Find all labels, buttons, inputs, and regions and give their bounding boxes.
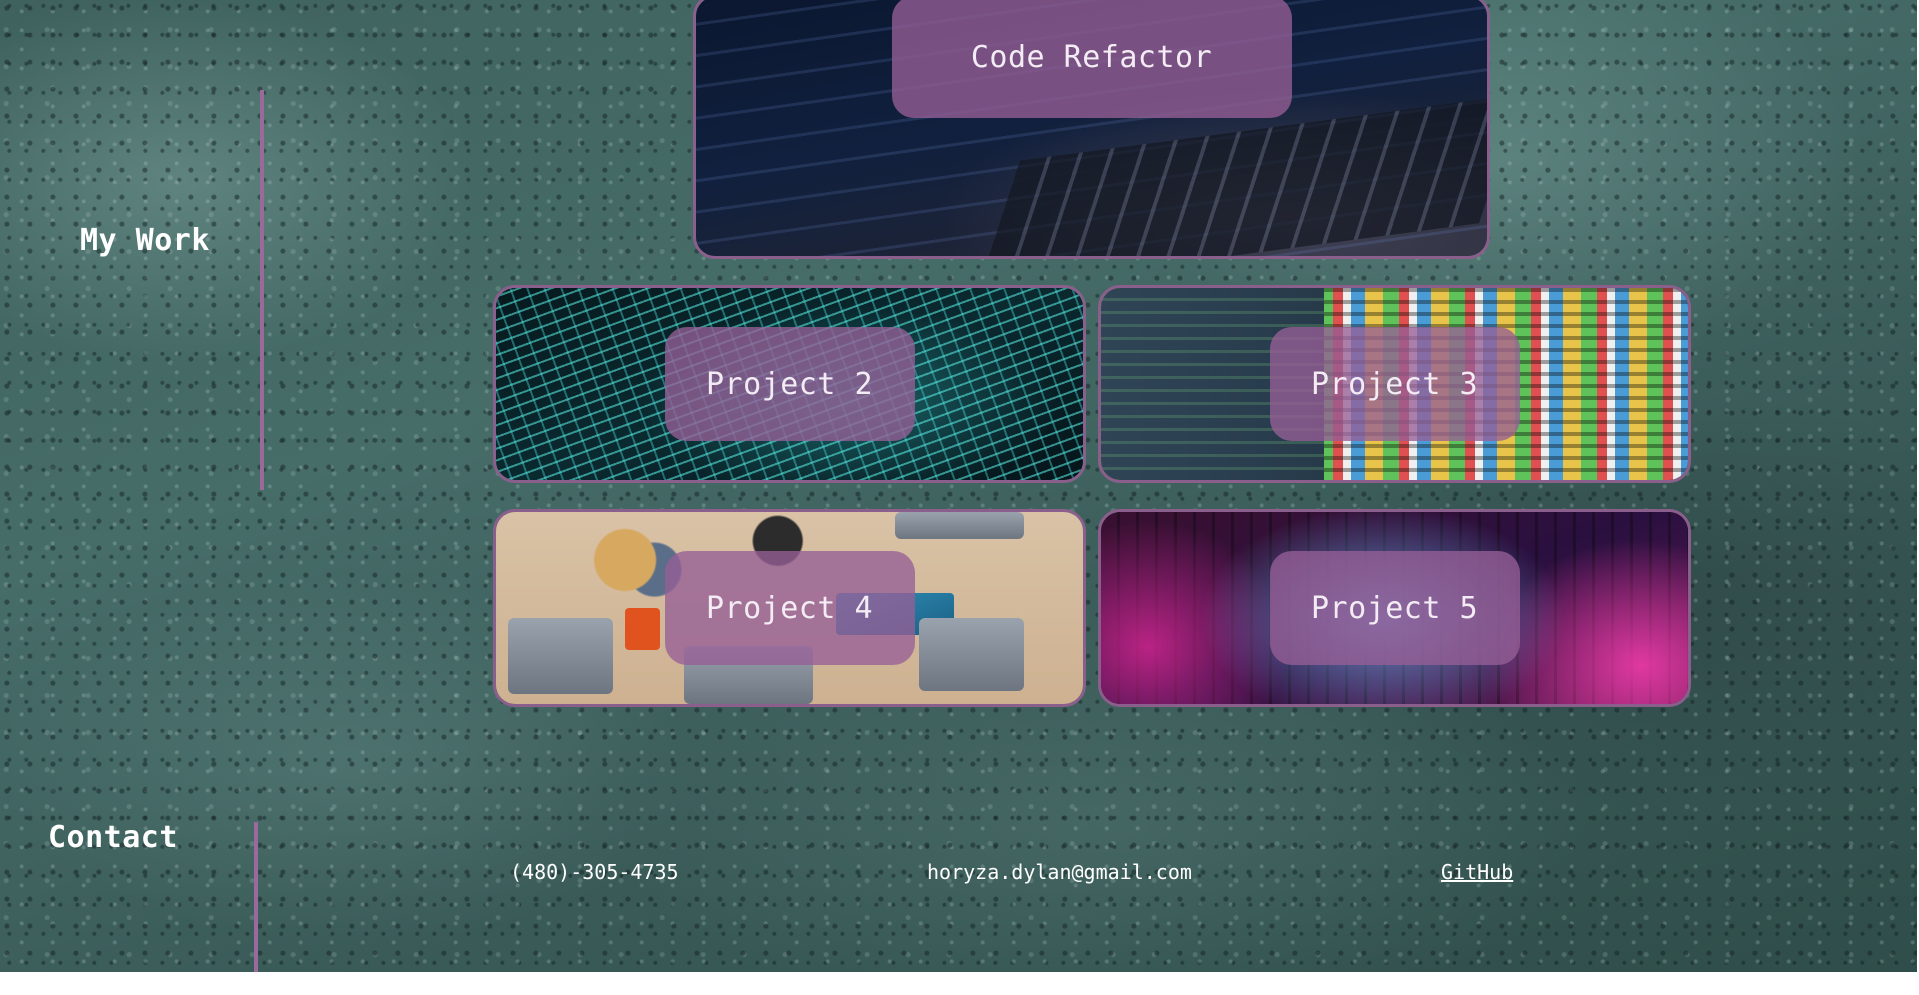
github-link[interactable]: GitHub bbox=[1441, 860, 1513, 884]
project-card-2[interactable]: Project 2 bbox=[493, 285, 1086, 483]
project-label[interactable]: Code Refactor bbox=[891, 0, 1292, 118]
contact-divider bbox=[254, 822, 258, 972]
portfolio-page: My Work Code Refactor Project 2 Project … bbox=[0, 0, 1917, 972]
phone-graphic bbox=[625, 608, 661, 651]
project-card-code-refactor[interactable]: Code Refactor bbox=[693, 0, 1490, 259]
project-card-5[interactable]: Project 5 bbox=[1098, 509, 1691, 707]
keyboard-graphic bbox=[978, 94, 1487, 256]
laptop-graphic bbox=[918, 617, 1025, 691]
project-card-4[interactable]: Project 4 bbox=[493, 509, 1086, 707]
contact-email[interactable]: horyza.dylan@gmail.com bbox=[927, 860, 1192, 884]
laptop-graphic bbox=[507, 617, 614, 695]
project-label[interactable]: Project 2 bbox=[664, 327, 915, 441]
project-label[interactable]: Project 5 bbox=[1269, 551, 1520, 665]
project-label[interactable]: Project 3 bbox=[1269, 327, 1520, 441]
laptop-graphic bbox=[895, 512, 1025, 539]
project-card-3[interactable]: Project 3 bbox=[1098, 285, 1691, 483]
contact-phone[interactable]: (480)-305-4735 bbox=[510, 860, 679, 884]
my-work-heading: My Work bbox=[80, 223, 210, 258]
contact-heading: Contact bbox=[48, 820, 178, 855]
my-work-divider bbox=[260, 90, 264, 490]
project-label[interactable]: Project 4 bbox=[664, 551, 915, 665]
